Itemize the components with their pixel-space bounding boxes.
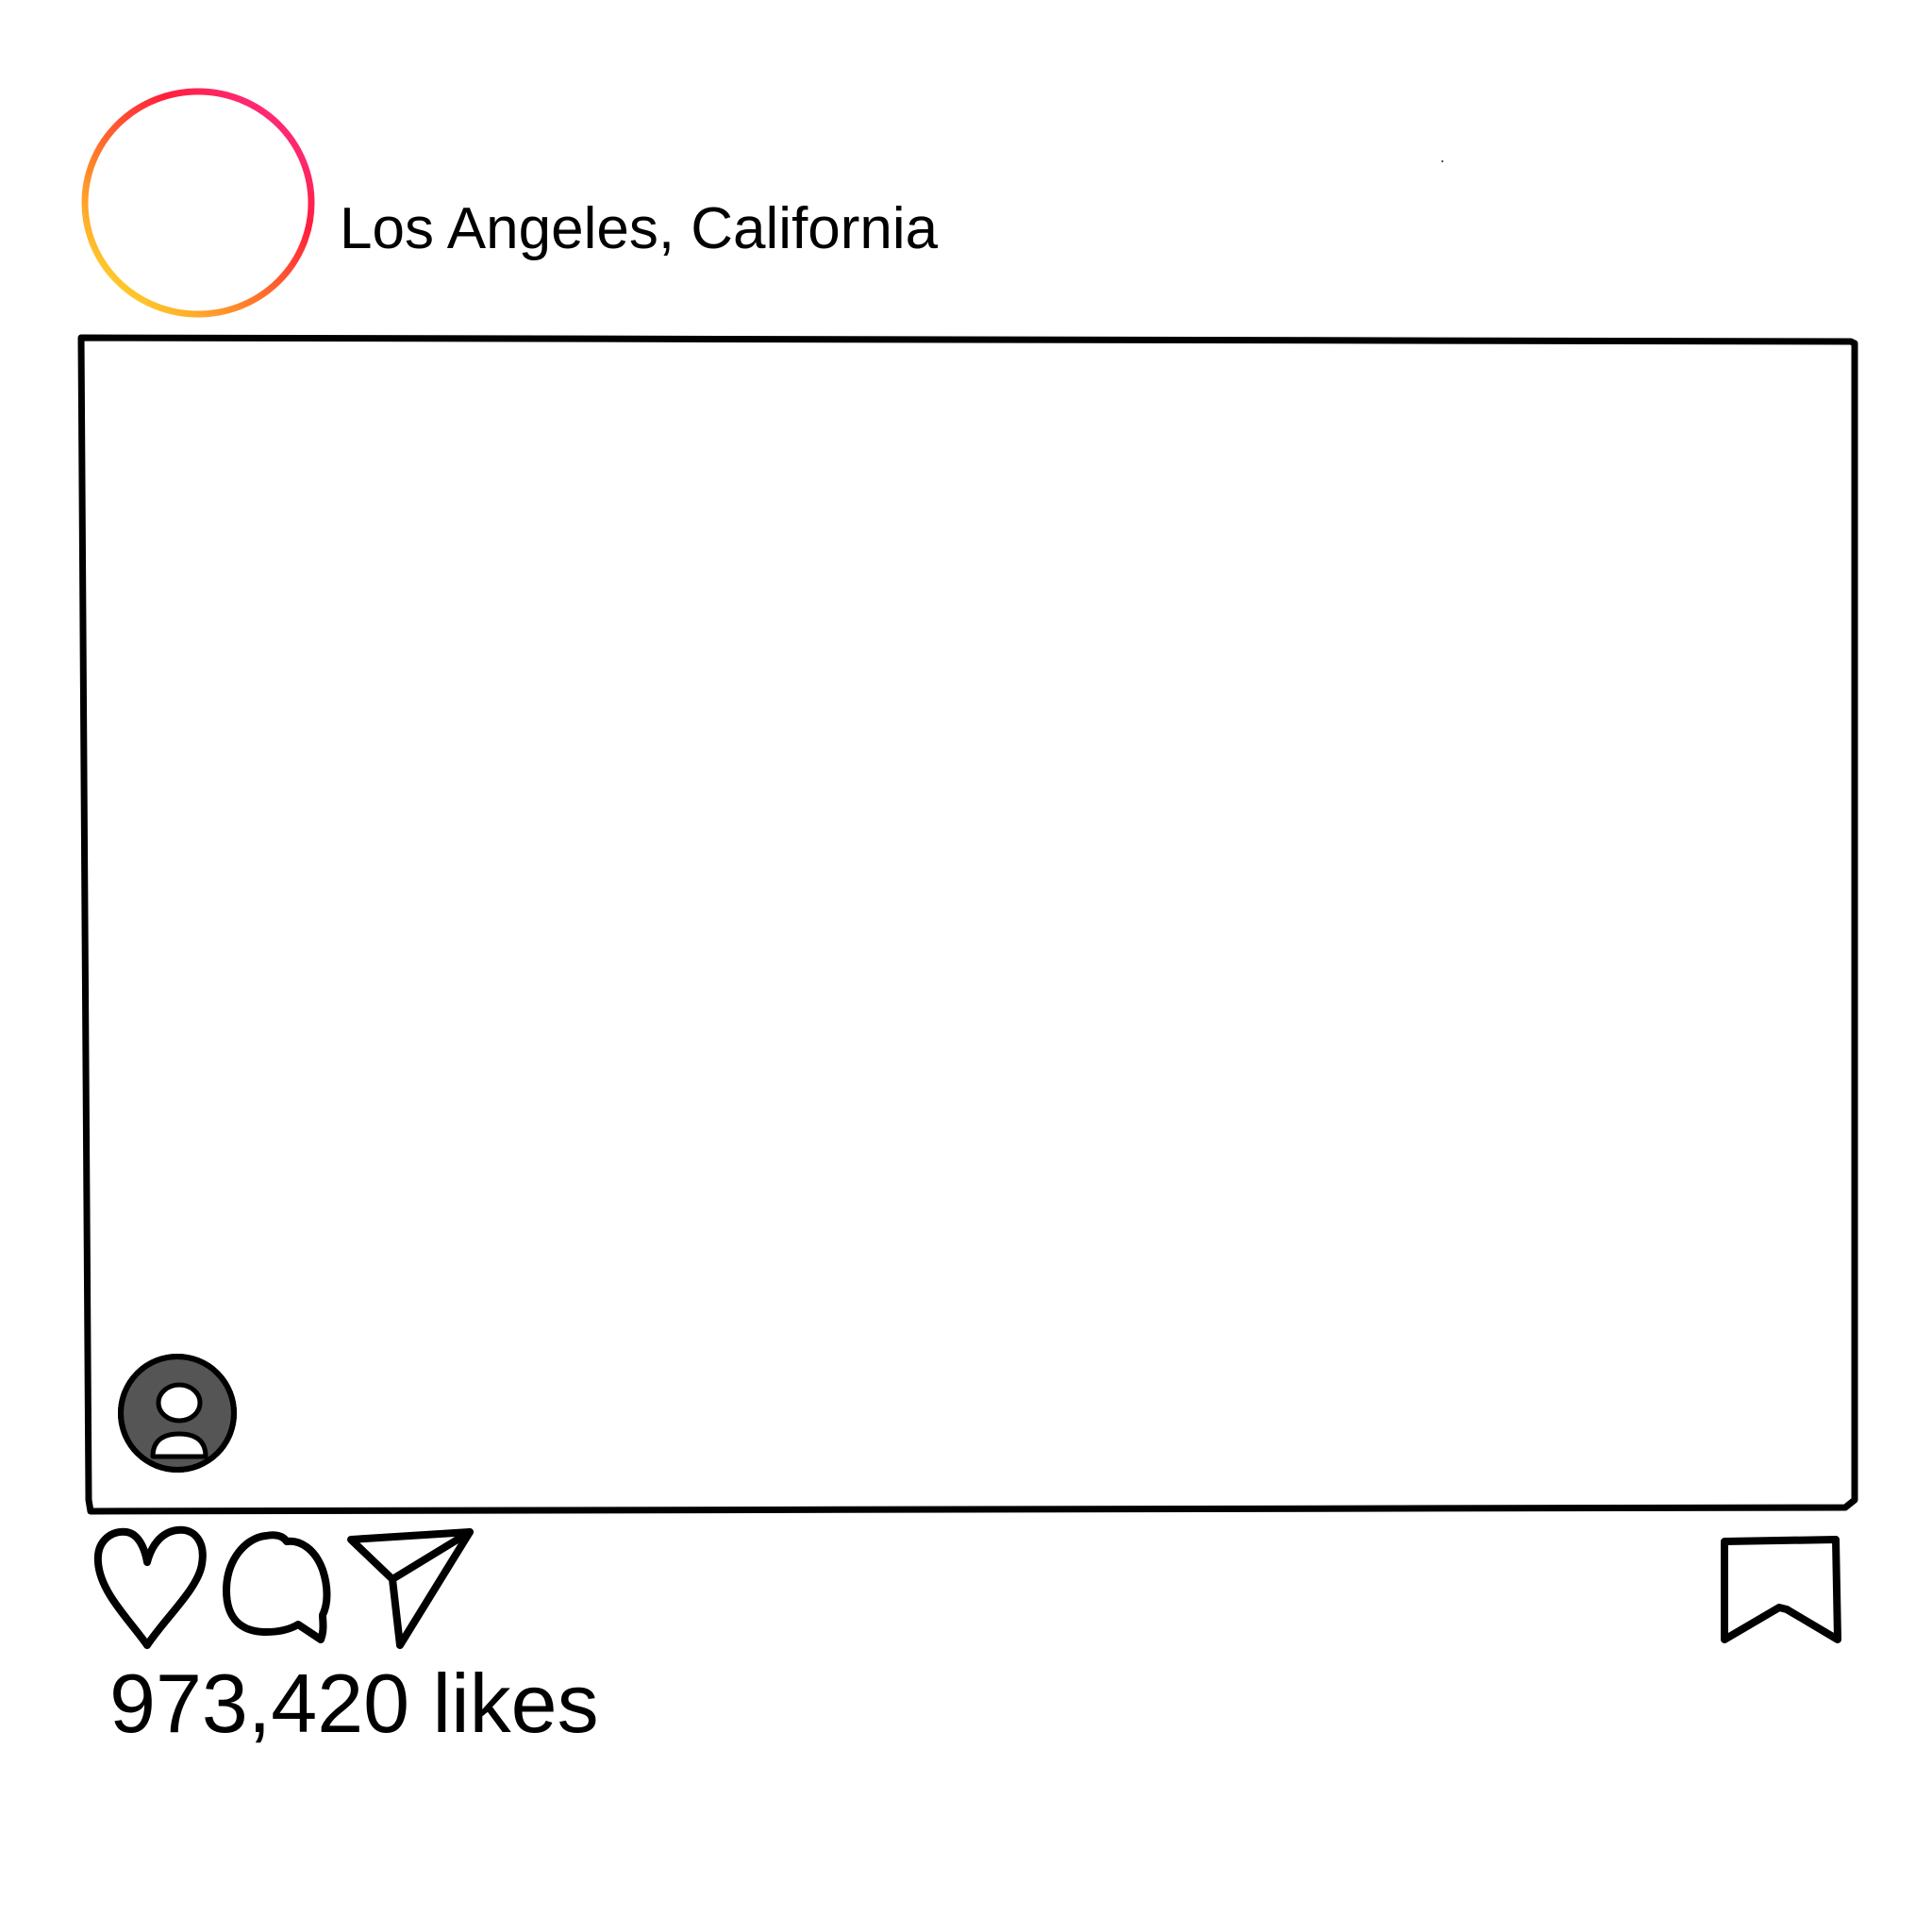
post-location[interactable]: Los Angeles, California [340,200,938,258]
save-button[interactable] [1717,1536,1845,1647]
heart-icon [93,1525,207,1649]
comment-bubble-icon [223,1531,331,1643]
paper-plane-icon [347,1528,474,1649]
profile-avatar[interactable] [75,83,321,328]
likes-count[interactable]: 973,420 likes [109,1662,599,1745]
post-media[interactable] [87,341,1849,1502]
tagged-user-icon[interactable] [115,1351,240,1475]
like-button[interactable] [92,1525,208,1649]
stray-dot [1441,160,1443,162]
comment-button[interactable] [219,1528,338,1645]
bookmark-icon [1721,1536,1841,1643]
profile-ring-icon [81,88,315,318]
share-button[interactable] [343,1526,475,1649]
